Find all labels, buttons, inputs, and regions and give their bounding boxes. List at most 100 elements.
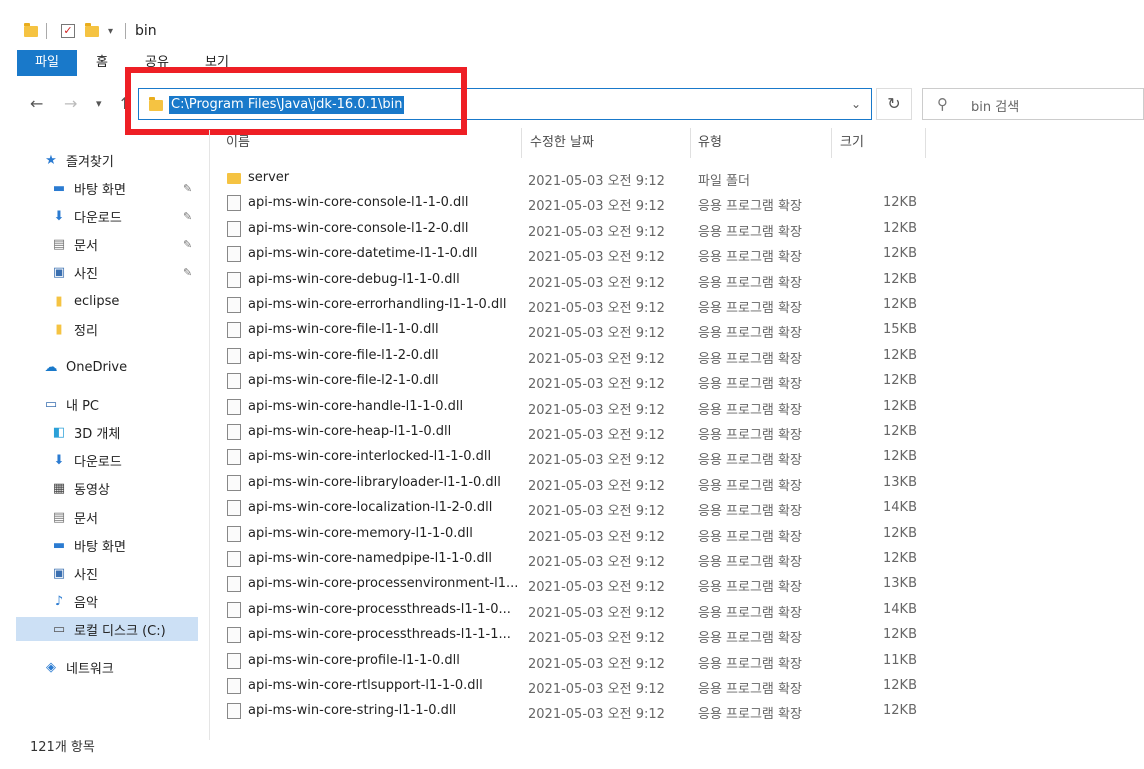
file-row[interactable]: api-ms-win-core-heap-l1-1-0.dll 2021-05-0… (220, 420, 920, 445)
chevron-down-icon[interactable]: ▾ (108, 22, 113, 40)
column-divider[interactable] (925, 128, 926, 158)
new-folder-icon[interactable] (85, 22, 99, 40)
file-row[interactable]: api-ms-win-core-interlocked-l1-1-0.dll 20… (220, 445, 920, 470)
dll-file-icon (227, 424, 241, 440)
file-row[interactable]: api-ms-win-core-datetime-l1-1-0.dll 2021-… (220, 242, 920, 267)
file-type: 응용 프로그램 확장 (698, 707, 802, 723)
column-header-type[interactable]: 유형 (698, 128, 722, 158)
dll-file-icon (227, 297, 241, 313)
file-size: 12KB (883, 195, 917, 211)
file-type: 응용 프로그램 확장 (698, 580, 802, 596)
file-date: 2021-05-03 오전 9:12 (528, 199, 665, 215)
file-type: 응용 프로그램 확장 (698, 504, 802, 520)
file-date: 2021-05-03 오전 9:12 (528, 174, 665, 189)
recent-locations-icon[interactable]: ▾ (96, 97, 102, 110)
file-row[interactable]: api-ms-win-core-processthreads-l1-1-0...… (220, 598, 920, 623)
column-divider[interactable] (690, 128, 691, 158)
sidebar-item-music[interactable]: ♪ 음악 (50, 589, 98, 613)
sidebar-item-pictures-pc[interactable]: ▣ 사진 (50, 561, 98, 585)
file-row[interactable]: api-ms-win-core-file-l1-1-0.dll 2021-05-0… (220, 318, 920, 343)
file-row[interactable]: api-ms-win-core-rtlsupport-l1-1-0.dll 202… (220, 674, 920, 699)
dll-file-icon (227, 398, 241, 415)
sidebar-item-videos[interactable]: ▦ 동영상 (50, 476, 110, 500)
file-row[interactable]: api-ms-win-core-errorhandling-l1-1-0.dll… (220, 293, 920, 318)
file-date: 2021-05-03 오전 9:12 (528, 656, 665, 672)
sidebar-item-label: 문서 (74, 511, 98, 527)
column-divider[interactable] (831, 128, 832, 158)
sidebar-item-desktop[interactable]: ▬ 바탕 화면 (50, 176, 126, 200)
sidebar-item-quick-access[interactable]: ★ 즐겨찾기 (42, 148, 114, 172)
file-size: 12KB (883, 297, 917, 312)
file-row[interactable]: api-ms-win-core-processthreads-l1-1-1...… (220, 623, 920, 648)
file-name: api-ms-win-core-memory-l1-1-0.dll (248, 525, 473, 541)
back-icon[interactable]: ← (30, 94, 43, 113)
pin-icon[interactable]: ✎ (183, 210, 192, 223)
sidebar-item-documents-pc[interactable]: ▤ 문서 (50, 505, 98, 529)
refresh-button[interactable]: ↻ (876, 88, 912, 120)
sidebar-item-3d-objects[interactable]: ◧ 3D 개체 (50, 420, 121, 444)
sidebar-item-downloads-pc[interactable]: ⬇ 다운로드 (50, 448, 122, 472)
file-row[interactable]: api-ms-win-core-localization-l1-2-0.dll 2… (220, 496, 920, 521)
file-row[interactable]: api-ms-win-core-libraryloader-l1-1-0.dll… (220, 471, 920, 496)
sidebar-item-downloads[interactable]: ⬇ 다운로드 (50, 204, 122, 228)
title-bar: ✓ ▾ bin (0, 0, 1144, 44)
tab-home[interactable]: 홈 (96, 50, 108, 76)
pin-icon[interactable]: ✎ (183, 266, 192, 279)
file-row[interactable]: api-ms-win-core-handle-l1-1-0.dll 2021-05… (220, 395, 920, 420)
sidebar-item-eclipse[interactable]: ▮ eclipse (50, 289, 119, 313)
sidebar-item-pictures[interactable]: ▣ 사진 (50, 260, 98, 284)
file-row[interactable]: api-ms-win-core-processenvironment-l1...… (220, 572, 920, 597)
column-divider[interactable] (521, 128, 522, 158)
file-name: api-ms-win-core-processthreads-l1-1-0... (248, 601, 511, 617)
sidebar-item-organize[interactable]: ▮ 정리 (50, 317, 98, 341)
file-size: 13KB (883, 474, 917, 490)
file-name: server (248, 170, 290, 185)
file-row[interactable]: api-ms-win-core-namedpipe-l1-1-0.dll 2021… (220, 547, 920, 572)
sidebar-item-this-pc[interactable]: ▭ 내 PC (42, 392, 99, 416)
file-row[interactable]: api-ms-win-core-console-l1-1-0.dll 2021-0… (220, 191, 920, 216)
file-name: api-ms-win-core-file-l1-2-0.dll (248, 347, 439, 363)
folder-icon: ▮ (55, 293, 63, 309)
pin-icon[interactable]: ✎ (183, 238, 192, 251)
sidebar-item-desktop-pc[interactable]: ▬ 바탕 화면 (50, 533, 126, 557)
file-date: 2021-05-03 오전 9:12 (528, 682, 665, 697)
sidebar-item-documents[interactable]: ▤ 문서 (50, 232, 98, 256)
file-type: 응용 프로그램 확장 (698, 301, 802, 316)
sidebar-item-label: 다운로드 (74, 210, 122, 226)
tab-file[interactable]: 파일 (17, 50, 77, 76)
column-header-date[interactable]: 수정한 날짜 (530, 128, 594, 158)
file-name: api-ms-win-core-processenvironment-l1... (248, 576, 519, 592)
file-row[interactable]: server 2021-05-03 오전 9:12 파일 폴더 (220, 166, 920, 191)
sidebar-item-label: 문서 (74, 238, 98, 254)
file-date: 2021-05-03 오전 9:12 (528, 402, 665, 418)
search-input[interactable]: ⚲ bin 검색 (922, 88, 1144, 120)
file-row[interactable]: api-ms-win-core-file-l1-2-0.dll 2021-05-0… (220, 344, 920, 369)
file-size: 13KB (883, 576, 917, 592)
file-size: 14KB (883, 500, 917, 516)
file-row[interactable]: api-ms-win-core-file-l2-1-0.dll 2021-05-0… (220, 369, 920, 394)
file-date: 2021-05-03 오전 9:12 (528, 504, 665, 520)
file-row[interactable]: api-ms-win-core-console-l1-2-0.dll 2021-0… (220, 217, 920, 242)
sidebar-item-label: 정리 (74, 323, 98, 339)
file-row[interactable]: api-ms-win-core-profile-l1-1-0.dll 2021-0… (220, 649, 920, 674)
file-row[interactable]: api-ms-win-core-debug-l1-1-0.dll 2021-05-… (220, 268, 920, 293)
pin-icon[interactable]: ✎ (183, 182, 192, 195)
file-size: 12KB (883, 347, 917, 363)
file-row[interactable]: api-ms-win-core-string-l1-1-0.dll 2021-05… (220, 699, 920, 724)
sidebar-item-onedrive[interactable]: ☁ OneDrive (42, 355, 128, 379)
sidebar-item-local-disk[interactable]: ▭ 로컬 디스크 (C:) (16, 617, 198, 641)
sidebar-item-label: 다운로드 (74, 454, 122, 470)
forward-icon[interactable]: → (64, 94, 77, 113)
sidebar-item-network[interactable]: ◈ 네트워크 (42, 655, 114, 679)
sidebar-item-label: 로컬 디스크 (C:) (74, 623, 166, 639)
properties-icon[interactable]: ✓ (61, 22, 75, 40)
file-size: 12KB (883, 271, 917, 287)
sidebar-item-label: 음악 (74, 595, 98, 611)
file-row[interactable]: api-ms-win-core-memory-l1-1-0.dll 2021-05… (220, 522, 920, 547)
refresh-icon: ↻ (887, 94, 901, 113)
column-header-size[interactable]: 크기 (840, 128, 864, 158)
chevron-down-icon[interactable]: ⌄ (851, 97, 861, 111)
folder-icon[interactable] (24, 22, 38, 40)
column-header-name[interactable]: 이름 (226, 128, 250, 158)
star-icon: ★ (45, 152, 57, 168)
